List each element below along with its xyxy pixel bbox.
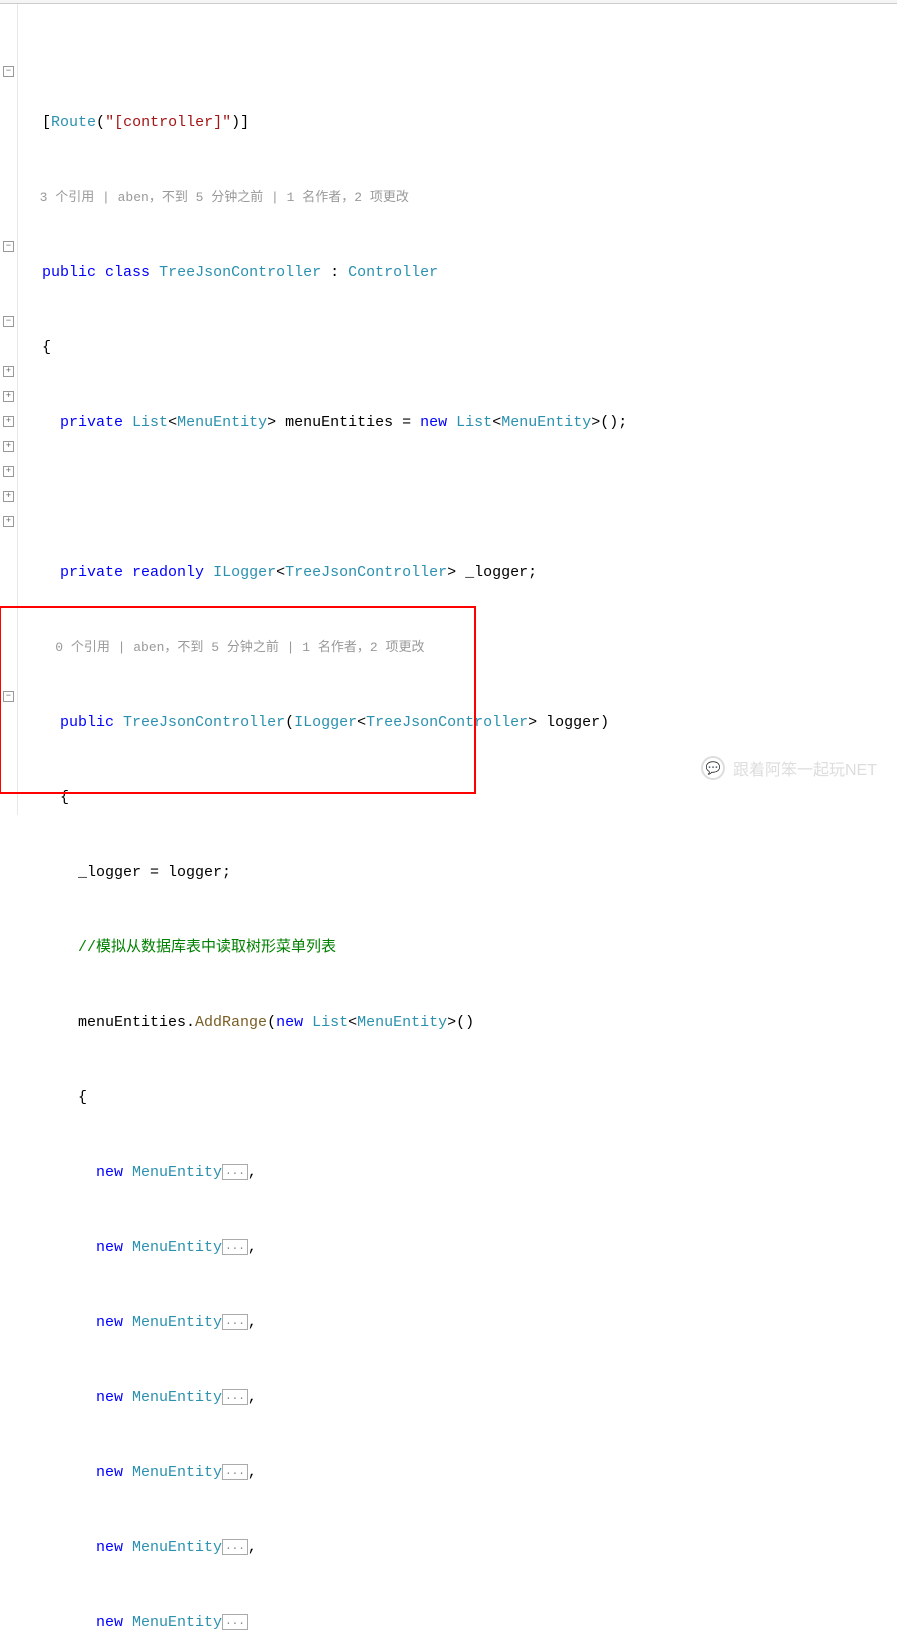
- logger-assign: _logger = logger;: [78, 864, 231, 881]
- collapsed-region[interactable]: ...: [222, 1464, 248, 1480]
- kw-new: new: [420, 414, 447, 431]
- kw-class: class: [105, 264, 150, 281]
- gt3: >: [447, 564, 456, 581]
- watermark-text: 跟着阿笨一起玩NET: [733, 756, 877, 780]
- kw-new5: new: [96, 1314, 123, 1331]
- collapsed-region[interactable]: ...: [222, 1239, 248, 1255]
- type-me5: MenuEntity: [132, 1464, 222, 1481]
- codelens-ctor[interactable]: 0 个引用 | aben，不到 5 分钟之前 | 1 名作者，2 项更改: [55, 640, 424, 655]
- kw-new7: new: [96, 1464, 123, 1481]
- gt5: >: [447, 1014, 456, 1031]
- kw-public: public: [42, 264, 96, 281]
- collapsed-region[interactable]: ...: [222, 1389, 248, 1405]
- paren-empty: (): [456, 1014, 474, 1031]
- type-tjc2: TreeJsonController: [366, 714, 528, 731]
- fold-button[interactable]: +: [3, 516, 14, 527]
- fold-button[interactable]: +: [3, 416, 14, 427]
- fold-button[interactable]: +: [3, 491, 14, 502]
- type-list3: List: [312, 1014, 348, 1031]
- attr-route: Route: [51, 114, 96, 131]
- comma2: ,: [248, 1239, 257, 1256]
- fold-button[interactable]: +: [3, 466, 14, 477]
- type-list2: List: [456, 414, 492, 431]
- kw-public2: public: [60, 714, 114, 731]
- call-target: menuEntities.: [78, 1014, 195, 1031]
- gt4: >: [528, 714, 537, 731]
- paren: (: [285, 714, 294, 731]
- fold-button[interactable]: −: [3, 316, 14, 327]
- gt2: >: [591, 414, 600, 431]
- collapsed-region[interactable]: ...: [222, 1614, 248, 1630]
- type-entity3: MenuEntity: [357, 1014, 447, 1031]
- brace3: {: [78, 1089, 87, 1106]
- collapsed-region[interactable]: ...: [222, 1314, 248, 1330]
- fold-button[interactable]: −: [3, 66, 14, 77]
- kw-new9: new: [96, 1614, 123, 1630]
- brace2: {: [60, 789, 69, 806]
- comma1: ,: [248, 1164, 257, 1181]
- type-me2: MenuEntity: [132, 1239, 222, 1256]
- kw-new6: new: [96, 1389, 123, 1406]
- paren-semi: ();: [600, 414, 627, 431]
- comma4: ,: [248, 1389, 257, 1406]
- method-addrange: AddRange: [195, 1014, 267, 1031]
- type-list: List: [132, 414, 168, 431]
- type-me7: MenuEntity: [132, 1614, 222, 1630]
- type-me6: MenuEntity: [132, 1539, 222, 1556]
- fold-button[interactable]: +: [3, 366, 14, 377]
- paren2: (: [267, 1014, 276, 1031]
- fold-button[interactable]: +: [3, 441, 14, 452]
- brace: {: [42, 339, 51, 356]
- collapsed-region[interactable]: ...: [222, 1164, 248, 1180]
- fold-button[interactable]: +: [3, 391, 14, 402]
- comma6: ,: [248, 1539, 257, 1556]
- gutter: − − − + + + + + + + −: [0, 4, 18, 815]
- type-entity2: MenuEntity: [501, 414, 591, 431]
- ctor-name: TreeJsonController: [123, 714, 285, 731]
- lt2: <: [492, 414, 501, 431]
- kw-private2: private: [60, 564, 123, 581]
- base-class: Controller: [348, 264, 438, 281]
- type-ilogger2: ILogger: [294, 714, 357, 731]
- fold-button[interactable]: −: [3, 691, 14, 702]
- codelens-class[interactable]: 3 个引用 | aben，不到 5 分钟之前 | 1 名作者，2 项更改: [40, 190, 409, 205]
- lt5: <: [348, 1014, 357, 1031]
- field-name: menuEntities =: [285, 414, 420, 431]
- bracket: [: [42, 114, 51, 131]
- kw-new3: new: [96, 1164, 123, 1181]
- comment-mock: //模拟从数据库表中读取树形菜单列表: [78, 939, 336, 956]
- attr-arg: ("[controller]")]: [96, 114, 249, 131]
- lt3: <: [276, 564, 285, 581]
- class-name: TreeJsonController: [159, 264, 321, 281]
- type-me1: MenuEntity: [132, 1164, 222, 1181]
- kw-readonly: readonly: [132, 564, 204, 581]
- kw-new4: new: [96, 1239, 123, 1256]
- kw-private: private: [60, 414, 123, 431]
- wechat-icon: 💬: [701, 756, 725, 780]
- lt4: <: [357, 714, 366, 731]
- code-editor: − − − + + + + + + + − [Route("[controlle…: [0, 4, 897, 815]
- type-entity: MenuEntity: [177, 414, 267, 431]
- kw-new2: new: [276, 1014, 303, 1031]
- kw-new8: new: [96, 1539, 123, 1556]
- comma3: ,: [248, 1314, 257, 1331]
- logger-field: _logger;: [456, 564, 537, 581]
- gt: >: [267, 414, 285, 431]
- type-me3: MenuEntity: [132, 1314, 222, 1331]
- colon: :: [321, 264, 348, 281]
- type-me4: MenuEntity: [132, 1389, 222, 1406]
- lt: <: [168, 414, 177, 431]
- watermark: 💬 跟着阿笨一起玩NET: [701, 756, 877, 780]
- type-ilogger: ILogger: [213, 564, 276, 581]
- type-tjc: TreeJsonController: [285, 564, 447, 581]
- comma5: ,: [248, 1464, 257, 1481]
- code-area[interactable]: [Route("[controller]")] 3 个引用 | aben，不到 …: [18, 4, 897, 815]
- collapsed-region[interactable]: ...: [222, 1539, 248, 1555]
- fold-button[interactable]: −: [3, 241, 14, 252]
- ctor-param: logger): [537, 714, 609, 731]
